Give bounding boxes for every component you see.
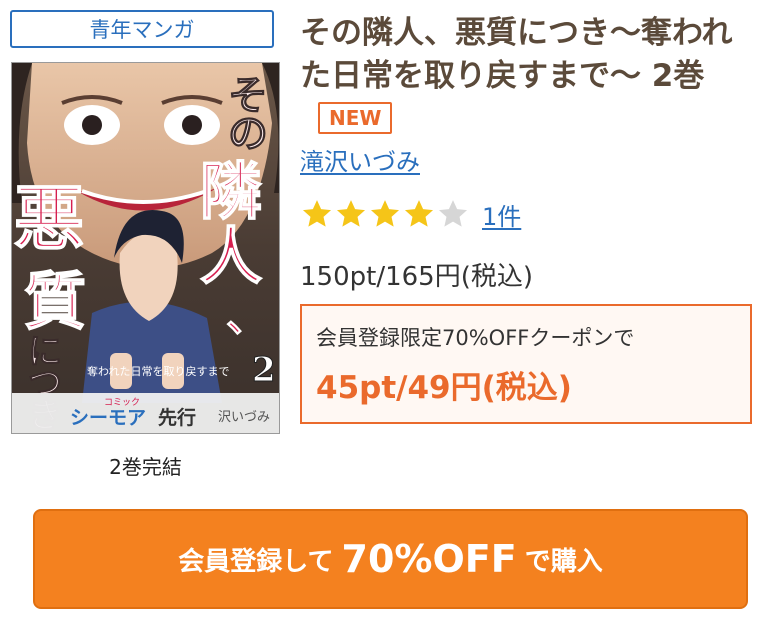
svg-text:人: 人 <box>200 220 262 293</box>
star-filled-icon <box>404 200 434 227</box>
purchase-button-suffix: で購入 <box>524 546 603 577</box>
coupon-label: 会員登録限定70%OFFクーポンで <box>316 326 635 350</box>
author-link[interactable]: 滝沢いづみ <box>300 142 420 177</box>
star-filled-icon <box>370 200 400 227</box>
book-cover-image[interactable]: そ の 隣 人 、 悪 質 に つ き 2 奪われた日常を取り戻すまで コミック… <box>11 62 280 434</box>
new-badge: NEW <box>318 102 393 134</box>
genre-tag[interactable]: 青年マンガ <box>10 10 274 48</box>
purchase-button-prefix: 会員登録して <box>178 546 334 577</box>
svg-text:質: 質 <box>24 265 86 338</box>
cover-subtitle: 奪われた日常を取り戻すまで <box>87 364 229 378</box>
cover-volume-number: 2 <box>252 350 276 390</box>
rating: 1件 <box>300 196 521 232</box>
cover-label-brand: シーモア <box>70 407 146 429</box>
purchase-button-highlight: 70%OFF <box>341 537 517 581</box>
svg-text:、: 、 <box>226 292 268 341</box>
cover-author-fragment: 沢いづみ <box>218 410 270 425</box>
star-filled-icon <box>302 200 332 227</box>
star-filled-icon <box>336 200 366 227</box>
svg-text:隣: 隣 <box>200 155 262 228</box>
review-count-link[interactable]: 1件 <box>482 197 521 232</box>
cover-label-first: 先行 <box>158 406 196 429</box>
price: 150pt/165円(税込) <box>300 262 533 292</box>
volume-status: 2巻完結 <box>109 455 182 479</box>
coupon-box: 会員登録限定70%OFFクーポンで 45pt/49円(税込) <box>300 304 752 424</box>
svg-text:の: の <box>228 110 268 157</box>
star-empty-icon <box>438 200 468 227</box>
svg-text:悪: 悪 <box>14 177 84 260</box>
purchase-button[interactable]: 会員登録して 70%OFF で購入 <box>33 509 748 609</box>
book-title: その隣人、悪質につき〜奪われた日常を取り戻すまで〜 2巻 NEW <box>300 12 750 141</box>
coupon-price: 45pt/49円(税込) <box>316 370 572 406</box>
title-text: その隣人、悪質につき〜奪われた日常を取り戻すまで〜 2巻 <box>300 15 733 94</box>
star-rating <box>300 197 470 231</box>
